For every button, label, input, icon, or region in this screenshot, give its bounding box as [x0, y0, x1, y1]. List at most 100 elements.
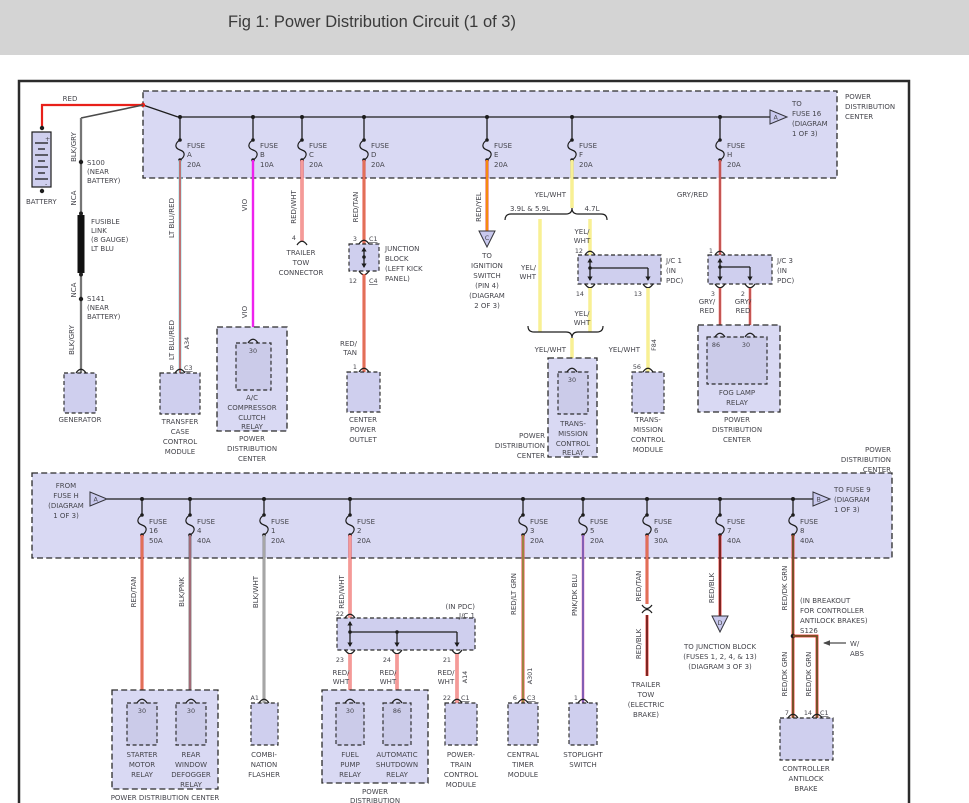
jc1-bottom-box [336, 617, 476, 651]
wire-label-blkgry: BLK/GRY [70, 131, 78, 161]
wire-label-yelwht-left: YEL/ [520, 264, 537, 272]
wire-label-redwht: RED/WHT [290, 190, 298, 224]
starter-pdc-label: POWER DISTRIBUTION CENTER [111, 794, 220, 802]
wire-label-redtan2: RED/ [340, 340, 358, 348]
svg-text:TOW: TOW [292, 259, 310, 267]
pin-56: 56 [633, 363, 641, 371]
transmission-control-module-box [631, 371, 665, 414]
svg-text:RED: RED [700, 307, 715, 315]
svg-text:CENTER: CENTER [238, 455, 266, 463]
svg-text:40A: 40A [727, 537, 741, 545]
svg-text:MODULE: MODULE [165, 448, 195, 456]
svg-text:(ELECTRIC: (ELECTRIC [628, 701, 665, 709]
pin-86-asd: 86 [393, 707, 401, 715]
pin-4: 4 [292, 234, 296, 242]
svg-text:FUSE: FUSE [494, 142, 512, 150]
svg-text:CENTER: CENTER [863, 466, 891, 474]
svg-text:VIO: VIO [241, 305, 249, 318]
svg-text:DISTRIBUTION: DISTRIBUTION [350, 797, 400, 803]
pin-23: 23 [336, 656, 344, 664]
ac-relay-label: A/C [246, 394, 258, 402]
svg-text:5: 5 [590, 527, 594, 535]
svg-text:RELAY: RELAY [386, 771, 409, 779]
svg-text:FUSE: FUSE [271, 518, 289, 526]
svg-text:(DIAGRAM: (DIAGRAM [48, 502, 84, 510]
to-junction-block-label: TO JUNCTION BLOCK [683, 643, 756, 651]
s100-label: S100 [87, 159, 105, 167]
wire-label-redtan6: RED/TAN [635, 571, 643, 602]
pin-6: 6 [513, 694, 517, 702]
pin-13: 13 [634, 290, 642, 298]
transmission-control-relay-label: TRANS- [559, 420, 586, 428]
wire-label-redwht-21: RED/ [437, 669, 455, 677]
to-ignition-label: TO [481, 252, 492, 260]
to-fuse9-label: TO FUSE 9 [833, 486, 871, 494]
svg-text:CONTROL: CONTROL [631, 436, 665, 444]
svg-text:DISTRIBUTION: DISTRIBUTION [841, 456, 891, 464]
svg-text:C: C [485, 234, 490, 242]
from-fuse-h-label: FROM [56, 482, 76, 490]
svg-text:MISSION: MISSION [633, 426, 663, 434]
svg-text:MOTOR: MOTOR [129, 761, 155, 769]
wire-label-redyel: RED/YEL [475, 192, 483, 222]
wire-label-redwht-23: RED/ [332, 669, 350, 677]
jc1-bottom-label: J/C 1 [458, 612, 475, 620]
circuit-a34: A34 [183, 337, 191, 350]
starter-motor-relay-label: STARTER [127, 751, 158, 759]
pin-1-stop: 1 [574, 694, 578, 702]
svg-text:(DIAGRAM: (DIAGRAM [834, 496, 870, 504]
pin-c3: C3 [184, 364, 193, 372]
svg-text:RELAY: RELAY [726, 399, 749, 407]
connector-arrow-a: A [774, 114, 779, 122]
svg-text:ANTILOCK BRAKES): ANTILOCK BRAKES) [800, 617, 868, 625]
stoplight-switch-label: STOPLIGHT [563, 751, 603, 759]
pin-b: B [170, 364, 174, 372]
svg-text:4: 4 [197, 527, 202, 535]
center-power-outlet-box [346, 371, 381, 413]
svg-text:B: B [260, 151, 265, 159]
svg-text:50A: 50A [149, 537, 163, 545]
svg-text:10A: 10A [260, 161, 274, 169]
svg-text:CONTROL: CONTROL [163, 438, 197, 446]
powertrain-control-module-box [444, 702, 478, 746]
wire-label-rdg2: RED/DK GRN [805, 652, 813, 697]
wire-label-redwht2: RED/WHT [338, 575, 346, 609]
svg-text:FUSE: FUSE [727, 142, 745, 150]
wire-label-redltgrn: RED/LT GRN [510, 573, 518, 615]
svg-text:ANTILOCK: ANTILOCK [788, 775, 823, 783]
svg-text:BRAKE: BRAKE [794, 785, 817, 793]
svg-text:D: D [718, 619, 723, 627]
svg-text:CENTER: CENTER [845, 113, 873, 121]
svg-text:TIMER: TIMER [511, 761, 534, 769]
svg-text:RELAY: RELAY [562, 449, 585, 457]
trailer-tow-connector-label: TRAILER [286, 249, 316, 257]
wire-label-gryred: GRY/RED [677, 191, 708, 199]
svg-text:FUSE: FUSE [530, 518, 548, 526]
svg-text:FUSE 16: FUSE 16 [792, 110, 822, 118]
pin-30-starter: 30 [138, 707, 146, 715]
rear-defogger-relay-label: REAR [182, 751, 201, 759]
svg-text:30A: 30A [654, 537, 668, 545]
svg-text:MODULE: MODULE [446, 781, 476, 789]
svg-text:A: A [187, 151, 192, 159]
svg-text:20A: 20A [371, 161, 385, 169]
svg-text:MISSION: MISSION [558, 430, 588, 438]
central-timer-module-box [507, 702, 539, 746]
svg-text:BLOCK: BLOCK [385, 255, 409, 263]
svg-text:B: B [817, 496, 821, 504]
svg-text:S126: S126 [800, 627, 818, 635]
wire-label-pnkdkblu: PNK/DK BLU [571, 574, 579, 616]
transfer-case-module-box [159, 372, 201, 415]
svg-text:20A: 20A [187, 161, 201, 169]
svg-text:WHT: WHT [520, 273, 537, 281]
svg-text:RELAY: RELAY [241, 423, 264, 431]
svg-text:D: D [371, 151, 376, 159]
battery-plus: + [45, 135, 50, 143]
svg-text:SWITCH: SWITCH [473, 272, 500, 280]
svg-text:(DIAGRAM: (DIAGRAM [792, 120, 828, 128]
transfer-case-label: TRANSFER [161, 418, 199, 426]
svg-text:RED: RED [736, 307, 751, 315]
wire-label-yelwht-m2: YEL/WHT [608, 346, 641, 354]
wiring-diagram-page: Fig 1: Power Distribution Circuit (1 of … [0, 0, 969, 803]
generator-label: GENERATOR [59, 416, 102, 424]
